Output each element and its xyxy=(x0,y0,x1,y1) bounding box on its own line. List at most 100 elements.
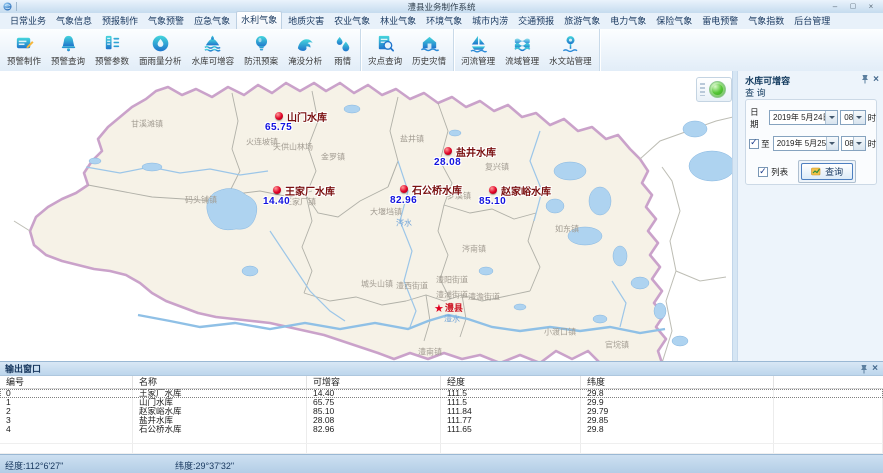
reservoir-dot-icon xyxy=(275,112,283,120)
table-cell: 1 xyxy=(0,398,133,407)
toolbar-item-inundation[interactable]: 淹没分析 xyxy=(283,29,327,71)
toolbar-item-alert-bell[interactable]: 预警查询 xyxy=(46,29,90,71)
status-bar: 经度:112°6'27" 纬度:29°37'32" xyxy=(0,454,883,473)
menu-tab-12[interactable]: 旅游气象 xyxy=(560,12,604,29)
list-checkbox[interactable] xyxy=(758,167,768,177)
menu-tab-5[interactable]: 水利气象 xyxy=(236,11,282,29)
toolbar-item-alert-compose[interactable]: 预警制作 xyxy=(2,29,46,71)
table-cell: 29.79 xyxy=(581,407,774,416)
query-button[interactable]: 查询 xyxy=(801,163,853,180)
column-header[interactable]: 可增容 xyxy=(307,376,441,388)
toolbar-item-basin-mgmt[interactable]: 流域管理 xyxy=(500,29,544,71)
town-label: 如东镇 xyxy=(555,224,579,235)
date-from-select[interactable]: 2019年 5月24日 xyxy=(769,110,838,125)
reservoir-dot-icon xyxy=(444,147,452,155)
menu-tab-10[interactable]: 城市内涝 xyxy=(468,12,512,29)
toolbar-item-history-disaster[interactable]: 历史灾情 xyxy=(407,29,451,71)
disaster-search-icon xyxy=(375,32,396,54)
chevron-down-icon xyxy=(853,111,865,124)
menu-tab-16[interactable]: 气象指数 xyxy=(744,12,788,29)
menu-tab-17[interactable]: 后台管理 xyxy=(790,12,834,29)
to-label: 至 xyxy=(761,138,770,150)
map-canvas[interactable]: 甘溪滩镇火连坡镇天供山林场金罗镇盐井镇复兴镇码头铺镇王家厂镇大堰垱镇梦溪镇如东镇… xyxy=(0,71,732,361)
drag-grip-icon[interactable] xyxy=(700,83,705,96)
menu-tab-3[interactable]: 气象预警 xyxy=(144,12,188,29)
table-row[interactable]: 1山门水库65.75111.529.9 xyxy=(0,398,883,407)
menu-tab-13[interactable]: 电力气象 xyxy=(606,12,650,29)
pin-icon[interactable] xyxy=(861,74,869,84)
reservoir-dot-icon xyxy=(400,185,408,193)
table-cell: 石公桥水库 xyxy=(133,425,307,434)
menu-tab-15[interactable]: 雷电预警 xyxy=(698,12,742,29)
menu-tab-4[interactable]: 应急气象 xyxy=(190,12,234,29)
column-header[interactable]: 经度 xyxy=(441,376,581,388)
inundation-icon xyxy=(295,32,316,54)
to-checkbox[interactable] xyxy=(749,139,759,149)
status-latitude: 纬度:29°37'32" xyxy=(175,459,234,472)
menu-tab-8[interactable]: 林业气象 xyxy=(376,12,420,29)
panel-close-icon[interactable]: × xyxy=(873,75,879,84)
table-cell: 0 xyxy=(0,389,133,398)
close-button[interactable]: × xyxy=(865,2,877,12)
menu-tab-11[interactable]: 交通预报 xyxy=(514,12,558,29)
toolbar-item-flood-plan[interactable]: 防汛预案 xyxy=(239,29,283,71)
column-header[interactable]: 纬度 xyxy=(581,376,774,388)
chevron-down-icon xyxy=(826,137,838,150)
toolbar-item-label: 淹没分析 xyxy=(288,55,322,67)
toolbar-item-reservoir-capacity[interactable]: 水库可增容 xyxy=(187,29,240,71)
menu-tab-14[interactable]: 保险气象 xyxy=(652,12,696,29)
reservoir-value: 65.75 xyxy=(265,122,292,133)
menu-tab-6[interactable]: 地质灾害 xyxy=(284,12,328,29)
county-label: ★澧县 xyxy=(434,301,463,315)
maximize-button[interactable]: ▢ xyxy=(847,2,859,12)
town-label: 澧南镇 xyxy=(418,347,442,358)
table-row[interactable]: 0王家厂水库14.40111.529.8 xyxy=(0,389,883,398)
output-close-icon[interactable]: × xyxy=(872,364,878,373)
toolbar-item-label: 水文站管理 xyxy=(549,55,592,67)
column-header[interactable]: 名称 xyxy=(133,376,307,388)
table-cell: 111.84 xyxy=(441,407,581,416)
toolbar-item-river-mgmt[interactable]: 河流管理 xyxy=(456,29,500,71)
flood-plan-icon xyxy=(251,32,272,54)
hour-from-select[interactable]: 08 xyxy=(840,110,865,125)
toolbar-item-label: 面雨量分析 xyxy=(139,55,182,67)
date-to-select[interactable]: 2019年 5月25日 xyxy=(773,136,839,151)
output-title: 输出窗口 xyxy=(5,362,41,375)
table-cell: 山门水库 xyxy=(133,398,307,407)
toolbar-item-disaster-search[interactable]: 灾点查询 xyxy=(363,29,407,71)
menu-tab-0[interactable]: 日常业务 xyxy=(6,12,50,29)
toolbar-item-label: 预警查询 xyxy=(51,55,85,67)
menu-tab-7[interactable]: 农业气象 xyxy=(330,12,374,29)
reservoir-dot-icon xyxy=(489,186,497,194)
toolbar-item-rain-analysis[interactable]: 面雨量分析 xyxy=(134,29,187,71)
menu-tab-2[interactable]: 预报制作 xyxy=(98,12,142,29)
river-label: 涔水 xyxy=(396,218,412,229)
reservoir-value: 82.96 xyxy=(390,195,417,206)
minimize-button[interactable]: – xyxy=(829,2,841,12)
toolbar-group: 河流管理流域管理水文站管理 xyxy=(454,29,600,71)
table-row[interactable]: 2赵家峪水库85.10111.8429.79 xyxy=(0,407,883,416)
map-button-panel xyxy=(696,77,732,102)
query-chart-icon xyxy=(811,166,822,177)
table-cell: 29.9 xyxy=(581,398,774,407)
column-header[interactable]: 编号 xyxy=(0,376,133,388)
locate-button[interactable] xyxy=(709,81,726,98)
table-cell: 3 xyxy=(0,416,133,425)
toolbar-item-rain[interactable]: 雨情 xyxy=(327,29,358,71)
river-mgmt-icon xyxy=(468,32,489,54)
empty-row xyxy=(0,444,883,454)
toolbar-item-alert-params[interactable]: 预警参数 xyxy=(90,29,134,71)
toolbar-item-hydro-station[interactable]: 水文站管理 xyxy=(544,29,597,71)
toolbar-item-label: 预警制作 xyxy=(7,55,41,67)
hour-to-select[interactable]: 08 xyxy=(841,136,866,151)
table-row[interactable]: 4石公桥水库82.96111.6529.8 xyxy=(0,425,883,434)
toolbar-item-label: 防汛预案 xyxy=(244,55,278,67)
menu-tab-1[interactable]: 气象信息 xyxy=(52,12,96,29)
pin-icon[interactable] xyxy=(860,364,868,374)
table-row[interactable]: 3盐井水库28.08111.7729.85 xyxy=(0,416,883,425)
reservoir-name: 石公桥水库 xyxy=(412,182,462,197)
output-window: 输出窗口 × 编号名称可增容经度纬度 0王家厂水库14.40111.529.81… xyxy=(0,361,883,456)
menu-tab-9[interactable]: 环境气象 xyxy=(422,12,466,29)
alert-bell-icon xyxy=(58,32,79,54)
empty-row xyxy=(0,434,883,444)
